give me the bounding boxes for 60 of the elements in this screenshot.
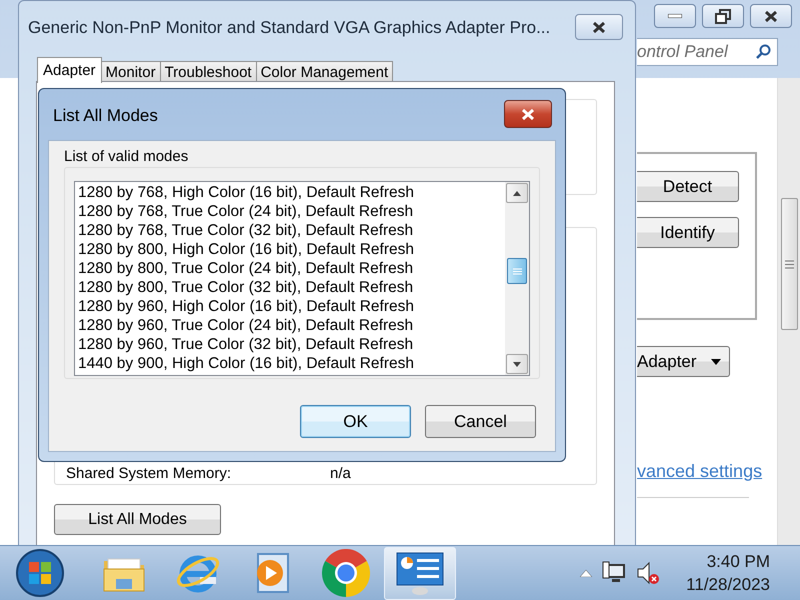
tab[interactable]: Adapter [37,57,102,83]
network-button[interactable] [602,561,626,585]
mode-item[interactable]: 1280 by 800, True Color (32 bit), Default Refresh [78,278,505,297]
restore-button[interactable] [702,4,744,28]
scroll-thumb[interactable] [507,258,527,284]
volume-button[interactable] [636,561,660,585]
mode-item[interactable]: 1280 by 800, High Color (16 bit), Default Refresh [78,240,505,259]
monitor-icon [395,551,445,595]
close-button[interactable] [575,14,623,40]
scrollbar[interactable] [777,78,800,545]
info-value: n/a [330,465,351,482]
close-button[interactable] [504,100,552,128]
tab[interactable]: Troubleshoot [160,61,257,83]
minimize-icon [668,14,682,18]
clock-date[interactable]: 11/28/2023 [686,573,770,596]
mode-item[interactable]: 1280 by 768, High Color (16 bit), Default Refresh [78,183,505,202]
search-field[interactable]: ontrol Panel [637,38,778,66]
windows-logo-icon [15,548,65,598]
mode-item[interactable]: 1440 by 900, High Color (16 bit), Default Refresh [78,354,505,373]
panel-button[interactable]: Identify [637,217,739,248]
adapter-dropdown[interactable]: Adapter [637,346,730,377]
close-icon [521,108,535,120]
info-label: Shared System Memory: [66,465,232,482]
down-arrow-icon [513,362,521,366]
ring-logo-icon [322,549,370,597]
grip-icon [512,268,522,274]
mode-item[interactable]: 1280 by 768, True Color (24 bit), Default Refresh [78,202,505,221]
start-button[interactable] [14,547,66,599]
caret-icon [711,358,721,364]
scroll-up-button[interactable] [506,183,528,203]
grip-icon [785,260,794,268]
up-triangle-icon [580,570,592,576]
modes-list[interactable] [74,181,530,376]
list-modes-button[interactable]: List All Modes [54,504,221,535]
settings-link[interactable]: vanced settings [637,459,762,485]
dialog-title: List All Modes [53,106,158,126]
panel-button[interactable]: Detect [637,171,739,202]
mode-item[interactable]: 1280 by 960, True Color (24 bit), Default Refresh [78,316,505,335]
minimize-button[interactable] [654,4,696,28]
mode-item[interactable]: 1280 by 800, True Color (24 bit), Default Refresh [78,259,505,278]
close-icon [592,20,606,34]
network-icon [602,561,626,585]
group-label: List of valid modes [64,148,188,165]
search-icon [755,44,771,60]
up-arrow-icon [513,190,521,196]
window-title: Generic Non-PnP Monitor and Standard VGA Graphics Adapter Pro... [28,18,550,38]
dialog-button[interactable]: Cancel [425,405,536,438]
restore-icon [715,8,731,24]
scroll-down-button[interactable] [506,354,528,374]
mode-item[interactable]: 1280 by 960, High Color (16 bit), Default Refresh [78,297,505,316]
mode-item[interactable]: 1280 by 960, True Color (32 bit), Default Refresh [78,335,505,354]
dialog-button[interactable]: OK [300,405,411,438]
close-icon [764,10,778,22]
tab[interactable]: Color Management [256,61,394,83]
muted-speaker-icon [636,561,660,585]
taskbar-button[interactable] [384,546,456,600]
show-hidden-icons-button[interactable] [580,570,592,576]
close-button[interactable] [750,4,792,28]
mode-item[interactable]: 1280 by 768, True Color (32 bit), Default Refresh [78,221,505,240]
clock-time[interactable]: 3:40 PM [706,550,770,573]
